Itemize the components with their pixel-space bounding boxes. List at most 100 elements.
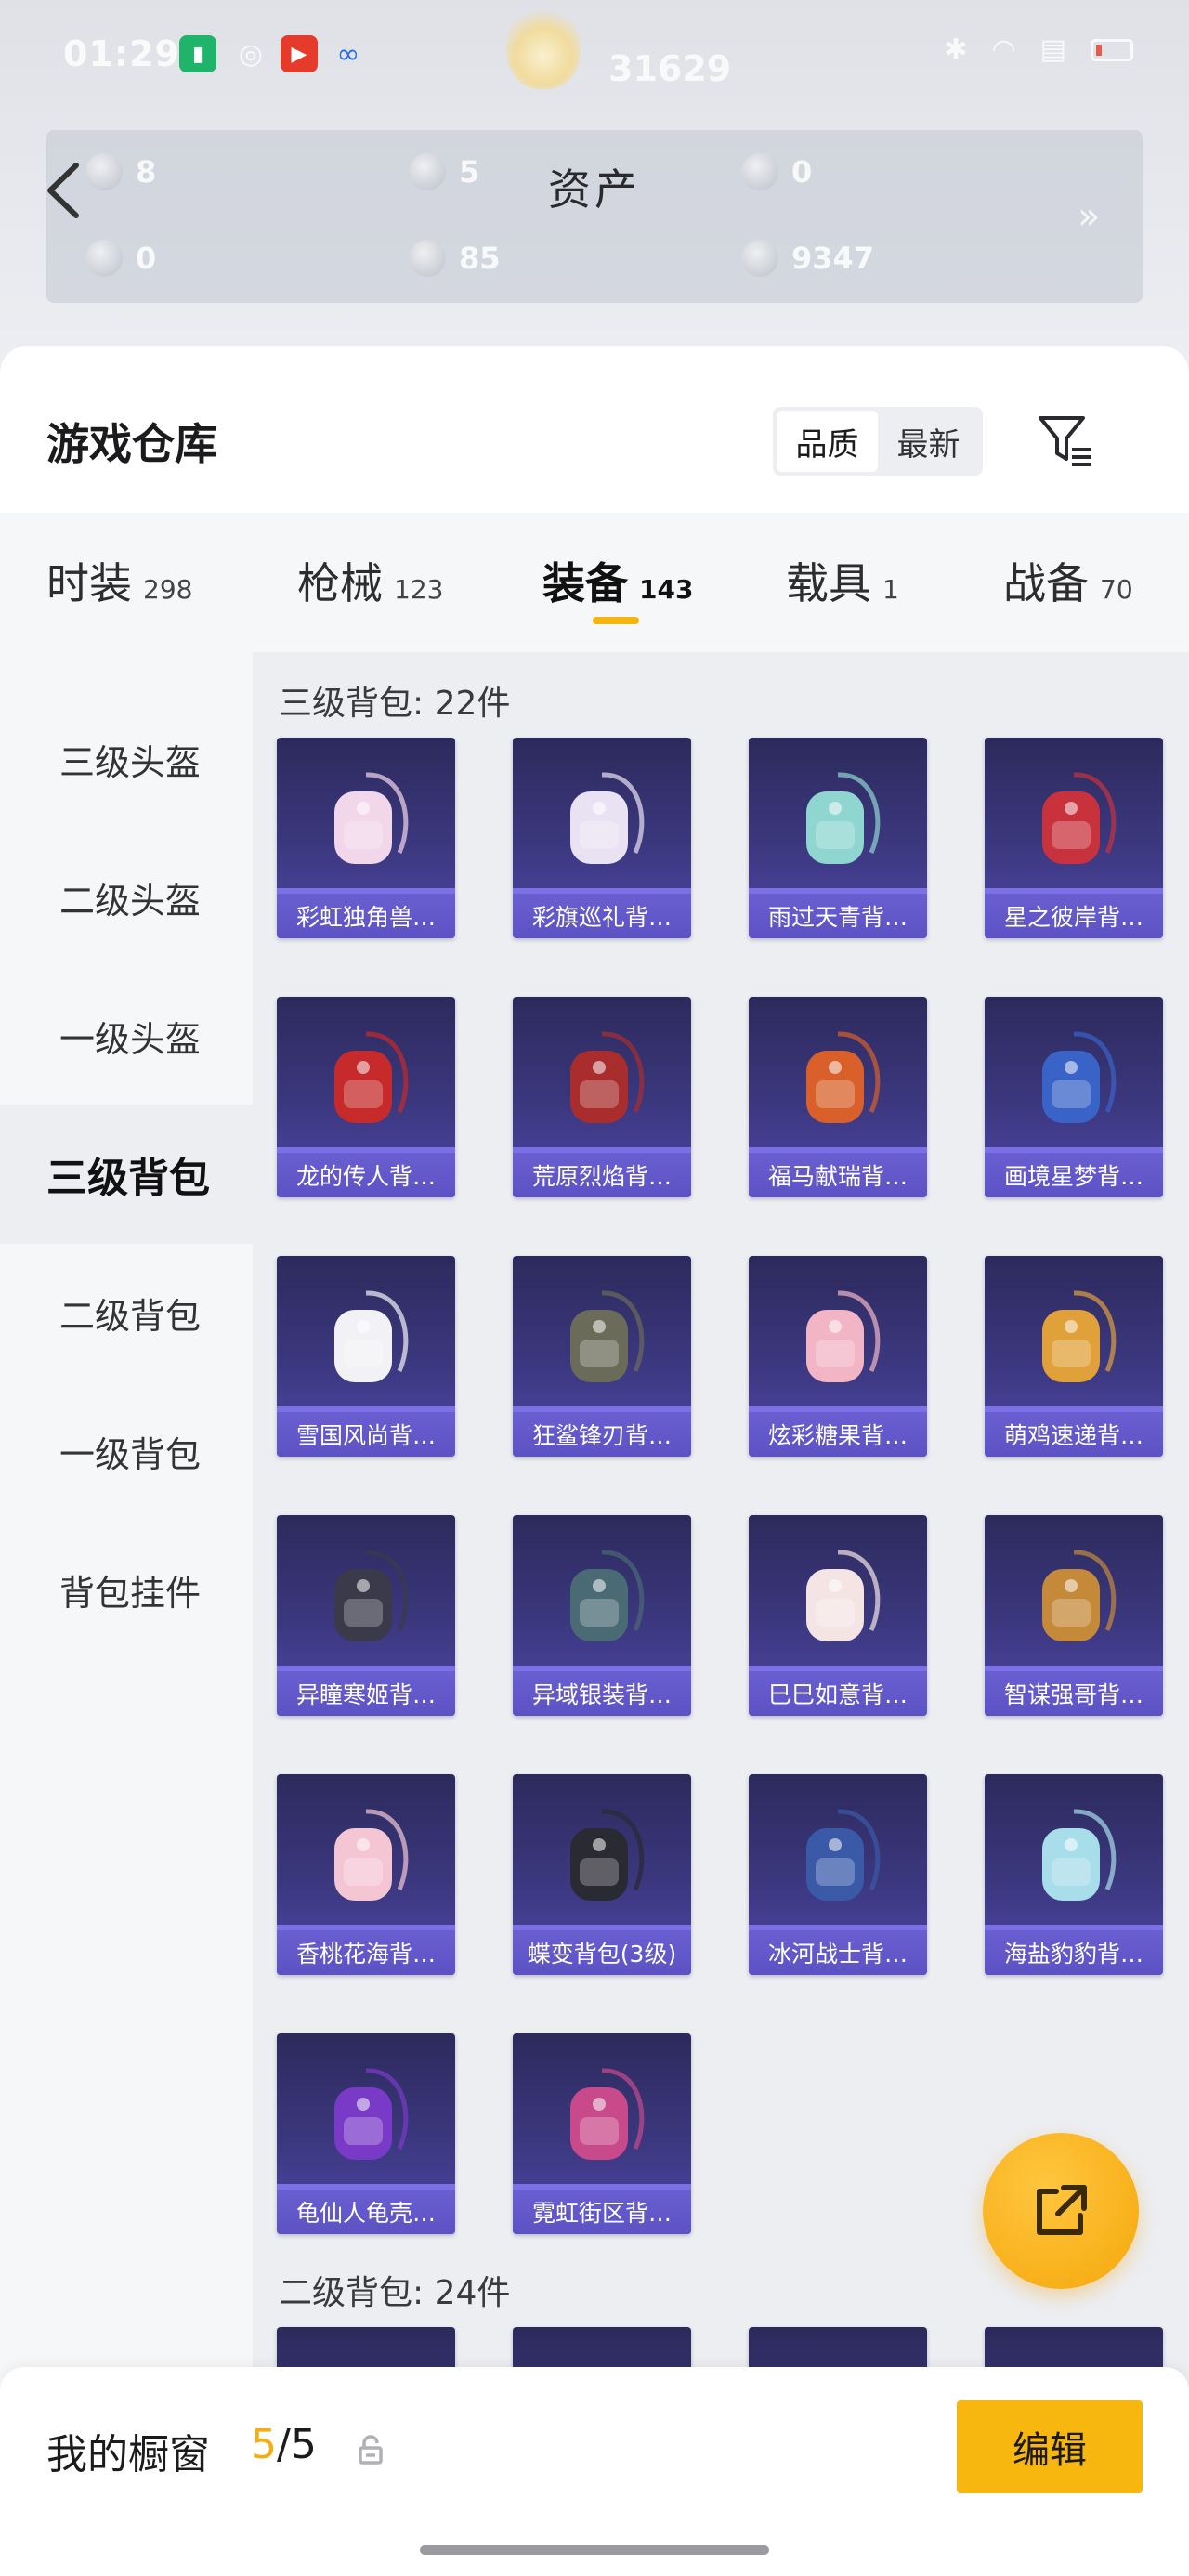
item-name: 海盐豹豹背…: [985, 1930, 1163, 1975]
backpack-icon: [570, 1031, 645, 1123]
item-name: 香桃花海背…: [277, 1930, 455, 1975]
edit-button[interactable]: 编辑: [957, 2400, 1143, 2493]
sort-quality-button[interactable]: 品质: [777, 411, 878, 472]
backpack-icon: [334, 1550, 409, 1641]
item-name: 冰河战士背…: [749, 1930, 927, 1975]
sidebar-item-helmet-l2[interactable]: 二级头盔: [0, 828, 253, 967]
item-card[interactable]: 星之彼岸背…: [985, 738, 1163, 938]
tab-count: 143: [639, 574, 694, 605]
item-card[interactable]: 龙的传人背…: [277, 997, 455, 1197]
assets-more-icon[interactable]: »: [1078, 195, 1100, 238]
item-name: 智谋强哥背…: [985, 1671, 1163, 1716]
showcase-bar: 我的橱窗 5/5 编辑: [0, 2367, 1189, 2576]
item-card[interactable]: 荒原烈焰背…: [513, 997, 691, 1197]
item-card[interactable]: 彩旗巡礼背…: [513, 738, 691, 938]
asset-value: 0: [136, 241, 157, 276]
item-card[interactable]: 彩虹独角兽…: [277, 738, 455, 938]
item-name: 星之彼岸背…: [985, 894, 1163, 938]
item-name: 龟仙人龟壳…: [277, 2190, 455, 2234]
item-card[interactable]: 萌鸡速递背…: [985, 1256, 1163, 1457]
backpack-icon: [334, 1290, 409, 1382]
sidebar-item-helmet-l1[interactable]: 一级头盔: [0, 966, 253, 1105]
item-card[interactable]: 海盐豹豹背…: [985, 1774, 1163, 1975]
item-card[interactable]: 蝶变背包(3级): [513, 1774, 691, 1975]
item-card[interactable]: 雨过天青背…: [749, 738, 927, 938]
tab-vehicles[interactable]: 载具 1: [786, 550, 899, 611]
assets-title: 资产: [548, 164, 641, 215]
asset-item: 0: [85, 240, 156, 277]
tab-label: 枪械: [297, 558, 383, 608]
filter-icon[interactable]: [1035, 411, 1096, 472]
status-right-icons: ✱ ◠ ▤: [944, 33, 1133, 66]
item-card[interactable]: 霓虹街区背…: [513, 2033, 691, 2234]
gem-icon: [85, 240, 123, 277]
tab-fashion[interactable]: 时装 298: [46, 550, 192, 611]
tab-label: 战备: [1003, 558, 1089, 608]
tab-supplies[interactable]: 战备 70: [1003, 550, 1133, 611]
backpack-icon: [334, 1809, 409, 1901]
item-card[interactable]: 福马献瑞背…: [749, 997, 927, 1197]
item-card[interactable]: 炫彩糖果背…: [749, 1256, 927, 1457]
tab-label: 时装: [46, 558, 132, 608]
share-icon: [1037, 2185, 1087, 2235]
active-tab-indicator: [593, 617, 639, 624]
item-card[interactable]: 智谋强哥背…: [985, 1515, 1163, 1716]
item-name: 荒原烈焰背…: [513, 1153, 691, 1197]
sidebar-item-backpack-l2[interactable]: 二级背包: [0, 1243, 253, 1382]
share-button[interactable]: [983, 2133, 1139, 2289]
asset-value: 85: [459, 241, 501, 276]
item-name: 龙的传人背…: [277, 1153, 455, 1197]
item-name: 巳巳如意背…: [749, 1671, 927, 1716]
status-bar: 01:29 ▮ ◎ ▶ ∞ ✱ ◠ ▤: [0, 0, 1189, 102]
item-card[interactable]: 狂鲨锋刃背…: [513, 1256, 691, 1457]
sidebar-item-helmet-l3[interactable]: 三级头盔: [0, 689, 253, 829]
item-card[interactable]: 画境星梦背…: [985, 997, 1163, 1197]
item-card[interactable]: 异域银装背…: [513, 1515, 691, 1716]
item-name: 异瞳寒姬背…: [277, 1671, 455, 1716]
item-name: 蝶变背包(3级): [513, 1930, 691, 1975]
back-arrow-icon[interactable]: [41, 158, 87, 223]
sort-newest-button[interactable]: 最新: [878, 411, 979, 472]
asset-item: 0: [741, 153, 812, 190]
item-name: 彩虹独角兽…: [277, 894, 455, 938]
tab-guns[interactable]: 枪械 123: [297, 550, 443, 611]
item-name: 雨过天青背…: [749, 894, 927, 938]
asset-item: 5: [409, 153, 479, 190]
home-indicator: [420, 2545, 769, 2555]
asset-value: 9347: [791, 241, 875, 276]
tab-count: 70: [1100, 574, 1133, 605]
backpack-icon: [570, 772, 645, 864]
tab-count: 1: [882, 574, 899, 605]
asset-item: 8: [85, 153, 156, 190]
tab-equipment[interactable]: 装备 143: [542, 550, 693, 611]
sidebar-item-pendant[interactable]: 背包挂件: [0, 1520, 253, 1659]
item-name: 萌鸡速递背…: [985, 1412, 1163, 1457]
backpack-icon: [806, 1031, 881, 1123]
flame-icon: [506, 6, 581, 89]
item-name: 霓虹街区背…: [513, 2190, 691, 2234]
item-name: 彩旗巡礼背…: [513, 894, 691, 938]
tab-label: 载具: [786, 558, 871, 608]
link-app-icon: ∞: [336, 37, 360, 71]
subcategory-sidebar: 三级头盔 二级头盔 一级头盔 三级背包 二级背包 一级背包 背包挂件: [0, 652, 253, 2576]
item-name: 炫彩糖果背…: [749, 1412, 927, 1457]
item-card[interactable]: 巳巳如意背…: [749, 1515, 927, 1716]
item-name: 狂鲨锋刃背…: [513, 1412, 691, 1457]
sidebar-item-backpack-l1[interactable]: 一级背包: [0, 1381, 253, 1521]
item-card[interactable]: 香桃花海背…: [277, 1774, 455, 1975]
backpack-icon: [334, 772, 409, 864]
sidebar-item-backpack-l3[interactable]: 三级背包: [0, 1105, 253, 1244]
item-card[interactable]: 冰河战士背…: [749, 1774, 927, 1975]
showcase-count: 5/5: [251, 2421, 317, 2468]
item-card[interactable]: 雪国风尚背…: [277, 1256, 455, 1457]
asset-value: 8: [136, 154, 157, 190]
backpack-icon: [570, 1550, 645, 1641]
video-app-icon: ▶: [281, 35, 318, 72]
backpack-icon: [334, 2068, 409, 2160]
item-card[interactable]: 异瞳寒姬背…: [277, 1515, 455, 1716]
tab-label: 装备: [542, 558, 628, 608]
item-card[interactable]: 龟仙人龟壳…: [277, 2033, 455, 2234]
silver-coin-icon: [409, 240, 446, 277]
item-name: 画境星梦背…: [985, 1153, 1163, 1197]
item-name: 福马献瑞背…: [749, 1153, 927, 1197]
